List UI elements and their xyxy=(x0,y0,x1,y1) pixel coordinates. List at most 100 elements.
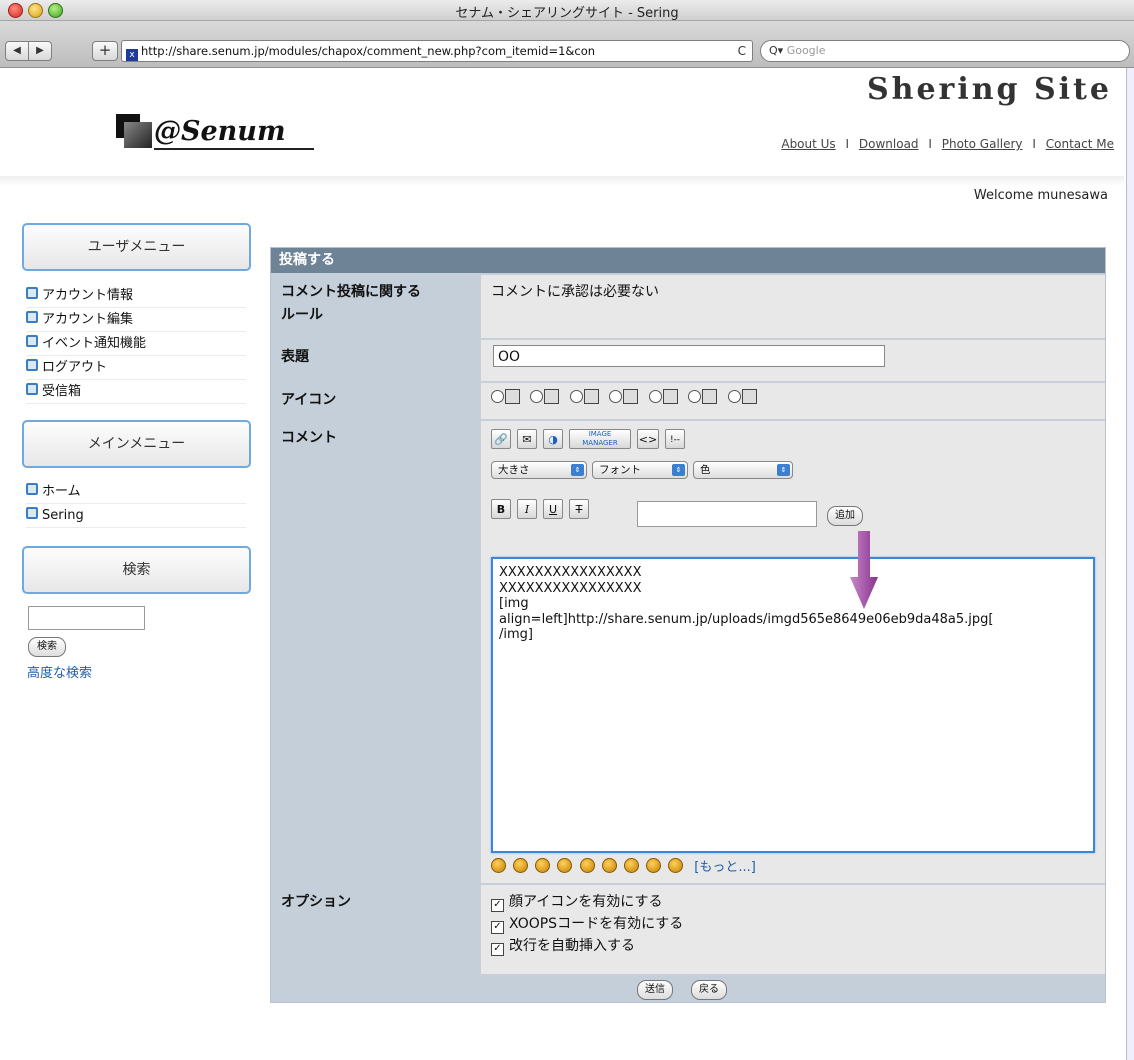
subject-label: 表題 xyxy=(271,340,479,381)
size-select[interactable]: 大きさ ⇕ xyxy=(491,461,587,479)
main-menu-list: ホーム Sering xyxy=(26,480,246,528)
search-field[interactable]: Q▾ Google xyxy=(760,40,1130,62)
option-label: 顔アイコンを有効にする xyxy=(509,894,663,910)
vertical-scrollbar[interactable] xyxy=(1126,68,1134,1060)
sidebar-item-notifications[interactable]: イベント通知機能 xyxy=(26,332,246,356)
radio-icon xyxy=(530,390,544,403)
url-insert-icon[interactable]: 🔗 xyxy=(491,429,511,449)
chevron-updown-icon: ⇕ xyxy=(571,464,584,476)
smiley-bar: [もっと...] xyxy=(491,856,756,875)
welcome-message: Welcome munesawa xyxy=(973,188,1108,203)
address-bar[interactable]: x http://share.senum.jp/modules/chapox/co… xyxy=(121,40,753,62)
add-bookmark-button[interactable]: + xyxy=(92,41,118,61)
italic-button[interactable]: I xyxy=(517,499,537,519)
checkbox-checked-icon[interactable]: ✓ xyxy=(491,943,504,956)
sidebar-item-account-info[interactable]: アカウント情報 xyxy=(26,284,246,308)
smiley-cool-icon[interactable] xyxy=(491,858,506,873)
form-heading: 投稿する xyxy=(271,248,1105,273)
add-button[interactable]: 追加 xyxy=(827,506,863,526)
subject-cell: OO xyxy=(481,340,1105,381)
strikethrough-button[interactable]: T xyxy=(569,499,589,519)
message-icon xyxy=(544,389,560,404)
radio-icon xyxy=(569,390,583,403)
arrow-icon xyxy=(623,389,639,404)
nav-about-us[interactable]: About Us xyxy=(781,137,835,151)
bullet-icon xyxy=(26,483,38,495)
option-smileys[interactable]: ✓ 顔アイコンを有効にする xyxy=(491,891,1105,913)
sidebar-item-logout[interactable]: ログアウト xyxy=(26,356,246,380)
insert-text-input[interactable] xyxy=(637,501,817,527)
sidebar-item-sering[interactable]: Sering xyxy=(26,504,246,528)
smiley-grin-icon[interactable] xyxy=(513,858,529,873)
forward-button[interactable]: ▶ xyxy=(28,41,52,61)
icon-option-2[interactable] xyxy=(530,389,560,406)
nav-photo-gallery[interactable]: Photo Gallery xyxy=(942,137,1023,151)
color-select-value: 色 xyxy=(700,464,711,476)
font-select-value: フォント xyxy=(599,464,641,476)
back-button[interactable]: ◀ xyxy=(5,41,29,61)
comment-label: コメント xyxy=(271,421,479,883)
bullet-icon xyxy=(26,507,38,519)
search-icon: Q▾ xyxy=(769,44,784,57)
chevron-updown-icon: ⇕ xyxy=(672,464,685,476)
down-arrow-icon xyxy=(850,531,878,609)
image-insert-icon[interactable]: ◑ xyxy=(543,429,563,449)
email-insert-icon[interactable]: ✉ xyxy=(517,429,537,449)
icon-option-3[interactable] xyxy=(569,389,599,406)
icon-option-5[interactable] xyxy=(648,389,678,406)
smiley-laugh-icon[interactable] xyxy=(557,858,573,873)
reload-icon[interactable]: C xyxy=(738,41,746,61)
smiley-surprise-icon[interactable] xyxy=(579,858,595,873)
radio-icon xyxy=(688,390,702,403)
sidebar-search-input[interactable] xyxy=(28,606,145,630)
smiley-wink-icon[interactable] xyxy=(535,858,551,873)
bullet-icon xyxy=(26,335,38,347)
submit-button[interactable]: 送信 xyxy=(637,980,673,1000)
icon-option-6[interactable] xyxy=(688,389,718,406)
search-box-title: 検索 xyxy=(22,546,251,594)
radio-icon xyxy=(491,390,504,403)
icon-option-4[interactable] xyxy=(609,389,639,406)
top-navigation: About Us I Download I Photo Gallery I Co… xyxy=(781,137,1114,151)
smiley-angry-icon[interactable] xyxy=(668,858,684,873)
code-insert-button[interactable]: <> xyxy=(637,429,659,449)
rules-label-line1: コメント投稿に関する xyxy=(281,284,421,300)
image-manager-button[interactable]: IMAGE MANAGER xyxy=(569,429,631,449)
checkbox-checked-icon[interactable]: ✓ xyxy=(491,921,504,934)
comment-textarea[interactable]: XXXXXXXXXXXXXXXX XXXXXXXXXXXXXXXX [img a… xyxy=(491,557,1095,853)
grid-icon xyxy=(583,389,599,404)
smiley-sad-icon[interactable] xyxy=(645,858,661,873)
more-smileys-link[interactable]: [もっと...] xyxy=(694,860,756,875)
font-select[interactable]: フォント ⇕ xyxy=(592,461,688,479)
sidebar-item-label: ホーム xyxy=(42,484,81,499)
icon-option-1[interactable] xyxy=(491,389,520,406)
address-url: http://share.senum.jp/modules/chapox/com… xyxy=(141,44,596,58)
color-select[interactable]: 色 ⇕ xyxy=(693,461,793,479)
sidebar-item-inbox[interactable]: 受信箱 xyxy=(26,380,246,404)
icon-option-7[interactable] xyxy=(727,389,757,406)
sidebar-item-label: アカウント編集 xyxy=(42,312,134,327)
checkbox-checked-icon[interactable]: ✓ xyxy=(491,899,504,912)
back-form-button[interactable]: 戻る xyxy=(691,980,727,1000)
underline-button[interactable]: U xyxy=(543,499,563,519)
option-xoops-code[interactable]: ✓ XOOPSコードを有効にする xyxy=(491,913,1105,935)
sidebar-item-label: イベント通知機能 xyxy=(42,336,147,351)
bold-button[interactable]: B xyxy=(491,499,511,519)
sidebar-item-account-edit[interactable]: アカウント編集 xyxy=(26,308,246,332)
nav-separator: I xyxy=(1032,137,1036,151)
sidebar-item-home[interactable]: ホーム xyxy=(26,480,246,504)
smiley-smile-icon[interactable] xyxy=(623,858,639,873)
question-icon xyxy=(741,389,757,404)
search-placeholder: Google xyxy=(786,44,826,57)
option-auto-linebreak[interactable]: ✓ 改行を自動挿入する xyxy=(491,935,1105,957)
site-logo[interactable]: @Senum xyxy=(116,108,314,154)
smiley-sunglasses-icon[interactable] xyxy=(601,858,617,873)
size-select-value: 大きさ xyxy=(498,464,530,476)
sidebar-search-button[interactable]: 検索 xyxy=(28,637,66,657)
advanced-search-link[interactable]: 高度な検索 xyxy=(27,662,92,681)
quote-insert-button[interactable]: !-- xyxy=(665,429,685,449)
nav-contact-me[interactable]: Contact Me xyxy=(1046,137,1114,151)
options-label: オプション xyxy=(271,885,479,974)
subject-input[interactable]: OO xyxy=(493,345,885,367)
nav-download[interactable]: Download xyxy=(859,137,919,151)
